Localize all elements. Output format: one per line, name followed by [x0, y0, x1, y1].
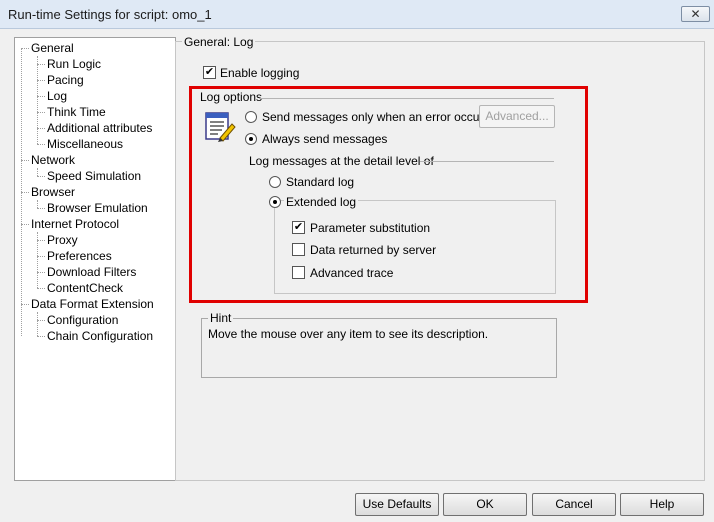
detail-level-separator: [420, 161, 554, 162]
cancel-button[interactable]: Cancel: [532, 493, 616, 516]
tree-item-general[interactable]: General: [31, 41, 74, 55]
enable-logging-label: Enable logging: [220, 66, 300, 80]
tree-item-chain-configuration[interactable]: Chain Configuration: [47, 329, 153, 343]
error-only-radio[interactable]: [245, 111, 257, 123]
tree-item-run-logic[interactable]: Run Logic: [47, 57, 101, 71]
standard-log-radio[interactable]: [269, 176, 281, 188]
tree-item-network[interactable]: Network: [31, 153, 75, 167]
tree-item-data-format-extension[interactable]: Data Format Extension: [31, 297, 154, 311]
tree-item-speed-simulation[interactable]: Speed Simulation: [47, 169, 141, 183]
tree-item-browser-emulation[interactable]: Browser Emulation: [47, 201, 148, 215]
parameter-substitution-checkbox[interactable]: ✔: [292, 221, 305, 234]
tree-item-configuration[interactable]: Configuration: [47, 313, 118, 327]
error-only-label: Send messages only when an error occurs: [262, 110, 490, 124]
enable-logging-checkbox[interactable]: ✔: [203, 66, 216, 79]
close-button[interactable]: ✕: [681, 6, 710, 22]
hint-title: Hint: [208, 311, 234, 325]
always-send-label: Always send messages: [262, 132, 388, 146]
hint-text: Move the mouse over any item to see its …: [208, 327, 489, 341]
standard-log-label: Standard log: [286, 175, 355, 189]
always-send-radio[interactable]: [245, 133, 257, 145]
tree-item-contentcheck[interactable]: ContentCheck: [47, 281, 123, 295]
extended-log-radio[interactable]: [269, 196, 281, 208]
detail-level-label: Log messages at the detail level of: [249, 154, 434, 168]
group-title: General: Log: [182, 35, 256, 49]
use-defaults-button[interactable]: Use Defaults: [355, 493, 439, 516]
log-document-pen-icon: [204, 111, 236, 143]
log-options-separator: [260, 98, 554, 99]
settings-tree[interactable]: General Run Logic Pacing Log Think Time …: [14, 37, 176, 481]
parameter-substitution-label: Parameter substitution: [310, 221, 431, 235]
tree-item-miscellaneous[interactable]: Miscellaneous: [47, 137, 123, 151]
tree-item-additional-attributes[interactable]: Additional attributes: [47, 121, 152, 135]
tree-item-preferences[interactable]: Preferences: [47, 249, 112, 263]
advanced-trace-checkbox[interactable]: [292, 266, 305, 279]
advanced-button[interactable]: Advanced...: [479, 105, 555, 128]
tree-item-internet-protocol[interactable]: Internet Protocol: [31, 217, 119, 231]
tree-item-proxy[interactable]: Proxy: [47, 233, 78, 247]
log-options-title: Log options: [200, 90, 263, 104]
tree-item-browser[interactable]: Browser: [31, 185, 75, 199]
tree-item-download-filters[interactable]: Download Filters: [47, 265, 136, 279]
data-returned-checkbox[interactable]: [292, 243, 305, 256]
data-returned-label: Data returned by server: [310, 243, 437, 257]
help-button[interactable]: Help: [620, 493, 704, 516]
advanced-trace-label: Advanced trace: [310, 266, 394, 280]
window-title: Run-time Settings for script: omo_1: [8, 7, 212, 22]
extended-log-label: Extended log: [284, 195, 359, 209]
tree-item-pacing[interactable]: Pacing: [47, 73, 84, 87]
ok-button[interactable]: OK: [443, 493, 527, 516]
tree-item-log[interactable]: Log: [47, 89, 67, 103]
tree-item-think-time[interactable]: Think Time: [47, 105, 106, 119]
